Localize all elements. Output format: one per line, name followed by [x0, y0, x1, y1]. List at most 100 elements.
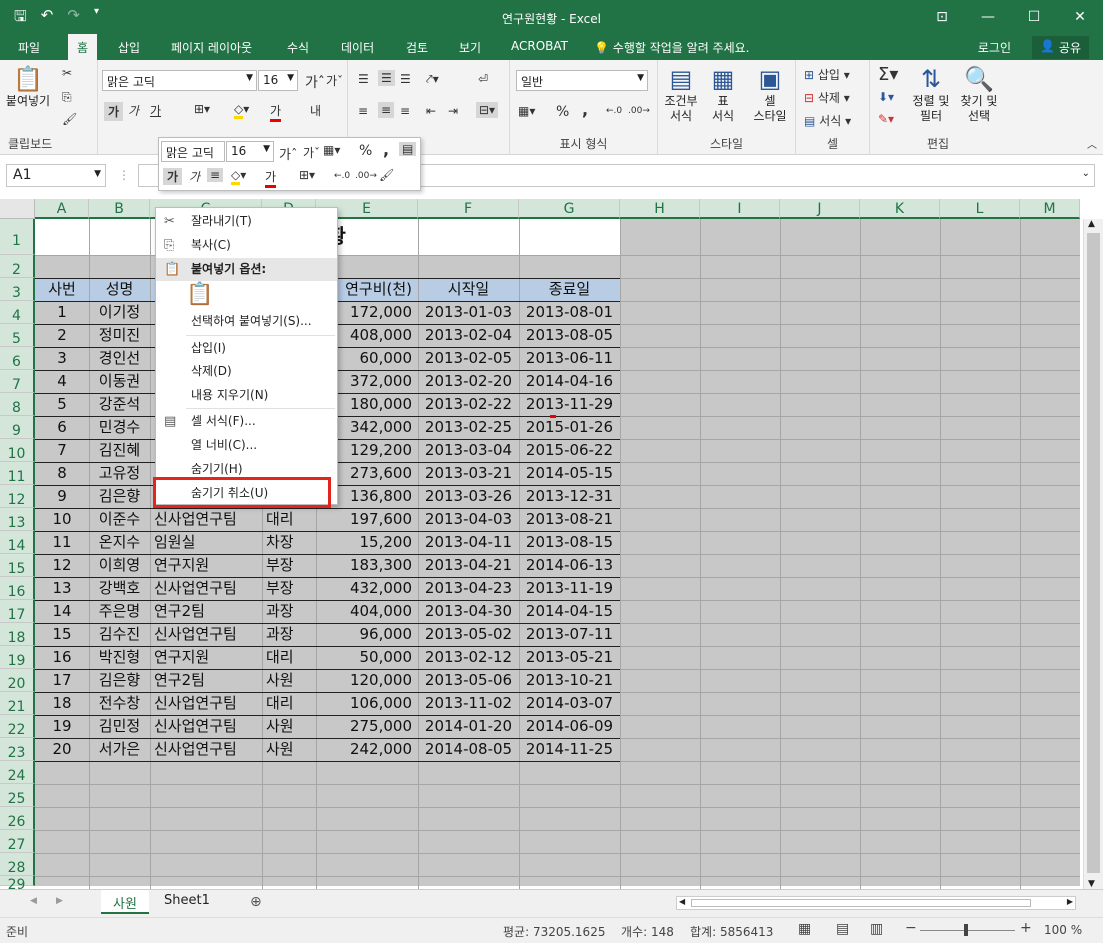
copy-icon[interactable]: ⎘ — [62, 90, 72, 105]
table-cell[interactable]: 2013-11-29 — [519, 393, 620, 415]
row-header[interactable]: 28 — [0, 853, 35, 876]
table-cell[interactable]: 2014-06-13 — [519, 554, 620, 576]
decrease-decimal-icon[interactable]: .00→ — [628, 106, 650, 116]
align-right-icon[interactable]: ≡ — [400, 104, 410, 118]
table-cell[interactable]: 2013-05-21 — [519, 646, 620, 668]
sheet-tab-employees[interactable]: 사원 — [101, 890, 149, 914]
table-cell[interactable]: 민경수 — [89, 416, 150, 438]
row-header[interactable]: 4 — [0, 301, 35, 324]
table-cell[interactable]: 대리 — [262, 692, 316, 714]
table-cell[interactable]: 차장 — [262, 531, 316, 553]
table-cell[interactable]: 197,600 — [316, 508, 418, 530]
tab-data[interactable]: 데이터 — [341, 39, 374, 56]
table-cell[interactable]: 11 — [35, 531, 89, 553]
table-cell[interactable]: 2013-08-05 — [519, 324, 620, 346]
tab-file[interactable]: 파일 — [18, 39, 40, 56]
row-header[interactable]: 19 — [0, 646, 35, 669]
table-cell[interactable]: 사번 — [35, 278, 89, 300]
table-cell[interactable]: 이동권 — [89, 370, 150, 392]
table-cell[interactable]: 2014-11-25 — [519, 738, 620, 760]
table-cell[interactable]: 2013-02-05 — [418, 347, 519, 369]
table-cell[interactable]: 10 — [35, 508, 89, 530]
find-select-button[interactable]: 🔍 찾기 및 선택 — [956, 64, 1002, 124]
table-cell[interactable]: 1 — [35, 301, 89, 323]
column-header[interactable]: F — [418, 199, 519, 219]
table-cell[interactable]: 김민정 — [89, 715, 150, 737]
tab-review[interactable]: 검토 — [406, 39, 428, 56]
row-header[interactable]: 7 — [0, 370, 35, 393]
border-icon[interactable]: ⊞▾ — [194, 102, 210, 116]
table-cell[interactable]: 연구지원 — [150, 646, 262, 668]
mini-center-icon[interactable]: ≡ — [207, 168, 224, 182]
menu-item-paste-special[interactable]: 선택하여 붙여넣기(S)... — [156, 310, 337, 333]
table-cell[interactable]: 50,000 — [316, 646, 418, 668]
mini-percent-icon[interactable]: % — [359, 143, 372, 159]
scroll-down-icon[interactable]: ▼ — [1088, 879, 1095, 889]
table-cell[interactable]: 2013-04-21 — [418, 554, 519, 576]
table-cell[interactable]: 2014-03-07 — [519, 692, 620, 714]
table-cell[interactable]: 7 — [35, 439, 89, 461]
row-header[interactable]: 10 — [0, 439, 35, 462]
fill-icon[interactable]: ⬇▾ — [878, 90, 894, 104]
row-header[interactable]: 26 — [0, 807, 35, 830]
row-header[interactable]: 12 — [0, 485, 35, 508]
comma-button[interactable]: , — [582, 100, 588, 119]
column-header[interactable]: L — [940, 199, 1020, 219]
row-header[interactable]: 6 — [0, 347, 35, 370]
table-cell[interactable]: 2013-01-03 — [418, 301, 519, 323]
table-cell[interactable]: 2014-04-15 — [519, 600, 620, 622]
table-cell[interactable]: 신사업연구팀 — [150, 577, 262, 599]
zoom-out-icon[interactable]: − — [905, 920, 917, 936]
row-header[interactable]: 8 — [0, 393, 35, 416]
horizontal-scrollbar[interactable]: ◀ ▶ — [676, 896, 1076, 910]
fill-color-icon[interactable]: ◇▾ — [234, 102, 249, 119]
menu-item-column-width[interactable]: 열 너비(C)... — [156, 434, 337, 457]
menu-item-cut[interactable]: ✂ 잘라내기(T) — [156, 210, 337, 233]
table-cell[interactable]: 박진형 — [89, 646, 150, 668]
table-cell[interactable]: 242,000 — [316, 738, 418, 760]
table-cell[interactable]: 김은향 — [89, 669, 150, 691]
table-cell[interactable]: 강준석 — [89, 393, 150, 415]
table-cell[interactable]: 19 — [35, 715, 89, 737]
tab-acrobat[interactable]: ACROBAT — [511, 39, 568, 53]
table-cell[interactable]: 2013-03-26 — [418, 485, 519, 507]
table-cell[interactable]: 2013-02-20 — [418, 370, 519, 392]
menu-item-copy[interactable]: ⎘ 복사(C) — [156, 234, 337, 257]
table-cell[interactable]: 사원 — [262, 715, 316, 737]
column-header[interactable]: H — [620, 199, 700, 219]
table-cell[interactable]: 종료일 — [519, 278, 620, 300]
table-cell[interactable]: 신사업연구팀 — [150, 715, 262, 737]
table-cell[interactable]: 정미진 — [89, 324, 150, 346]
font-size-select[interactable]: 16 ▼ — [258, 70, 298, 91]
table-cell[interactable]: 2014-05-15 — [519, 462, 620, 484]
maximize-button[interactable]: ☐ — [1011, 0, 1057, 34]
italic-button[interactable]: 가 — [128, 102, 139, 119]
row-header[interactable]: 21 — [0, 692, 35, 715]
row-header[interactable]: 1 — [0, 219, 35, 255]
mini-font-color-icon[interactable]: 가 — [265, 168, 277, 188]
table-cell[interactable]: 과장 — [262, 600, 316, 622]
mini-grow-font-icon[interactable]: 가ˆ — [279, 144, 297, 163]
table-cell[interactable]: 2013-03-21 — [418, 462, 519, 484]
close-button[interactable]: ✕ — [1057, 0, 1103, 34]
expand-formula-icon[interactable]: ⌄ — [1082, 168, 1090, 179]
wrap-text-icon[interactable]: ⏎ — [478, 72, 488, 86]
row-header[interactable]: 3 — [0, 278, 35, 301]
mini-decrease-decimal-icon[interactable]: .00→ — [355, 171, 377, 181]
insert-cells-button[interactable]: ⊞ 삽입 ▾ — [804, 66, 850, 83]
row-header[interactable]: 25 — [0, 784, 35, 807]
mini-comma-icon[interactable]: , — [383, 140, 389, 159]
table-cell[interactable]: 김진혜 — [89, 439, 150, 461]
mini-merge-icon[interactable]: ▤ — [399, 142, 417, 156]
table-cell[interactable]: 2013-04-03 — [418, 508, 519, 530]
table-cell[interactable]: 이희영 — [89, 554, 150, 576]
align-top-icon[interactable]: ☰ — [358, 72, 369, 86]
paste-button[interactable]: 📋 붙여넣기 — [4, 64, 52, 109]
autosum-icon[interactable]: Σ▾ — [878, 64, 898, 85]
scroll-right-icon[interactable]: ▶ — [1067, 897, 1073, 906]
mini-format-painter-icon[interactable]: 🖌 — [379, 168, 394, 182]
tab-page-layout[interactable]: 페이지 레이아웃 — [171, 39, 252, 56]
phonetic-button[interactable]: 내 — [310, 102, 321, 119]
column-header[interactable]: B — [89, 199, 150, 219]
table-cell[interactable]: 이준수 — [89, 508, 150, 530]
